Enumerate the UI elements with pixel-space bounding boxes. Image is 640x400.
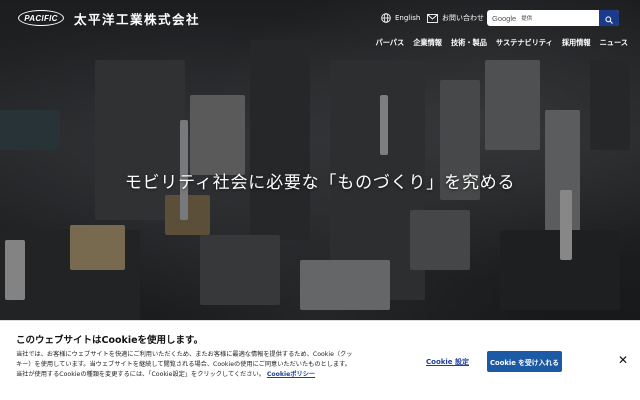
contact-label: お問い合わせ <box>442 14 484 22</box>
cookie-policy-link[interactable]: Cookieポリシー <box>267 371 315 378</box>
contact-link[interactable]: お問い合わせ <box>427 13 484 23</box>
company-name[interactable]: 太平洋工業株式会社 <box>74 9 200 28</box>
pacific-logo[interactable]: PACIFIC <box>18 10 64 26</box>
language-link[interactable]: English <box>381 13 420 23</box>
mail-icon <box>427 13 438 23</box>
main-nav: パーパス 企業情報 技術・製品 サステナビリティ 採用情報 ニュース <box>376 38 629 48</box>
language-label: English <box>395 14 421 22</box>
search-icon <box>605 10 613 26</box>
search-placeholder: 提供 <box>521 16 533 22</box>
cookie-settings-button[interactable]: Cookie 設定 <box>426 357 469 367</box>
nav-item-technology[interactable]: 技術・製品 <box>451 38 487 48</box>
close-icon[interactable]: ✕ <box>616 353 630 367</box>
accept-cookies-button[interactable]: Cookie を受け入れる <box>487 351 562 372</box>
cookie-title: このウェブサイトはCookieを使用します。 <box>16 335 204 346</box>
search-input[interactable]: Google 提供 <box>487 10 619 26</box>
nav-item-sustainability[interactable]: サステナビリティ <box>496 38 553 48</box>
search-button[interactable] <box>599 10 619 26</box>
search-brand: Google <box>492 13 517 23</box>
nav-item-news[interactable]: ニュース <box>600 38 628 48</box>
globe-icon <box>381 13 391 23</box>
cookie-description: 当社では、お客様にウェブサイトを快適にご利用いただくため、またお客様に最適な情報… <box>16 350 354 380</box>
nav-item-recruit[interactable]: 採用情報 <box>562 38 591 48</box>
hero-headline: モビリティ社会に必要な「ものづくり」を究める <box>124 173 516 193</box>
nav-item-purpose[interactable]: パーパス <box>376 38 405 48</box>
nav-item-company[interactable]: 企業情報 <box>413 38 442 48</box>
